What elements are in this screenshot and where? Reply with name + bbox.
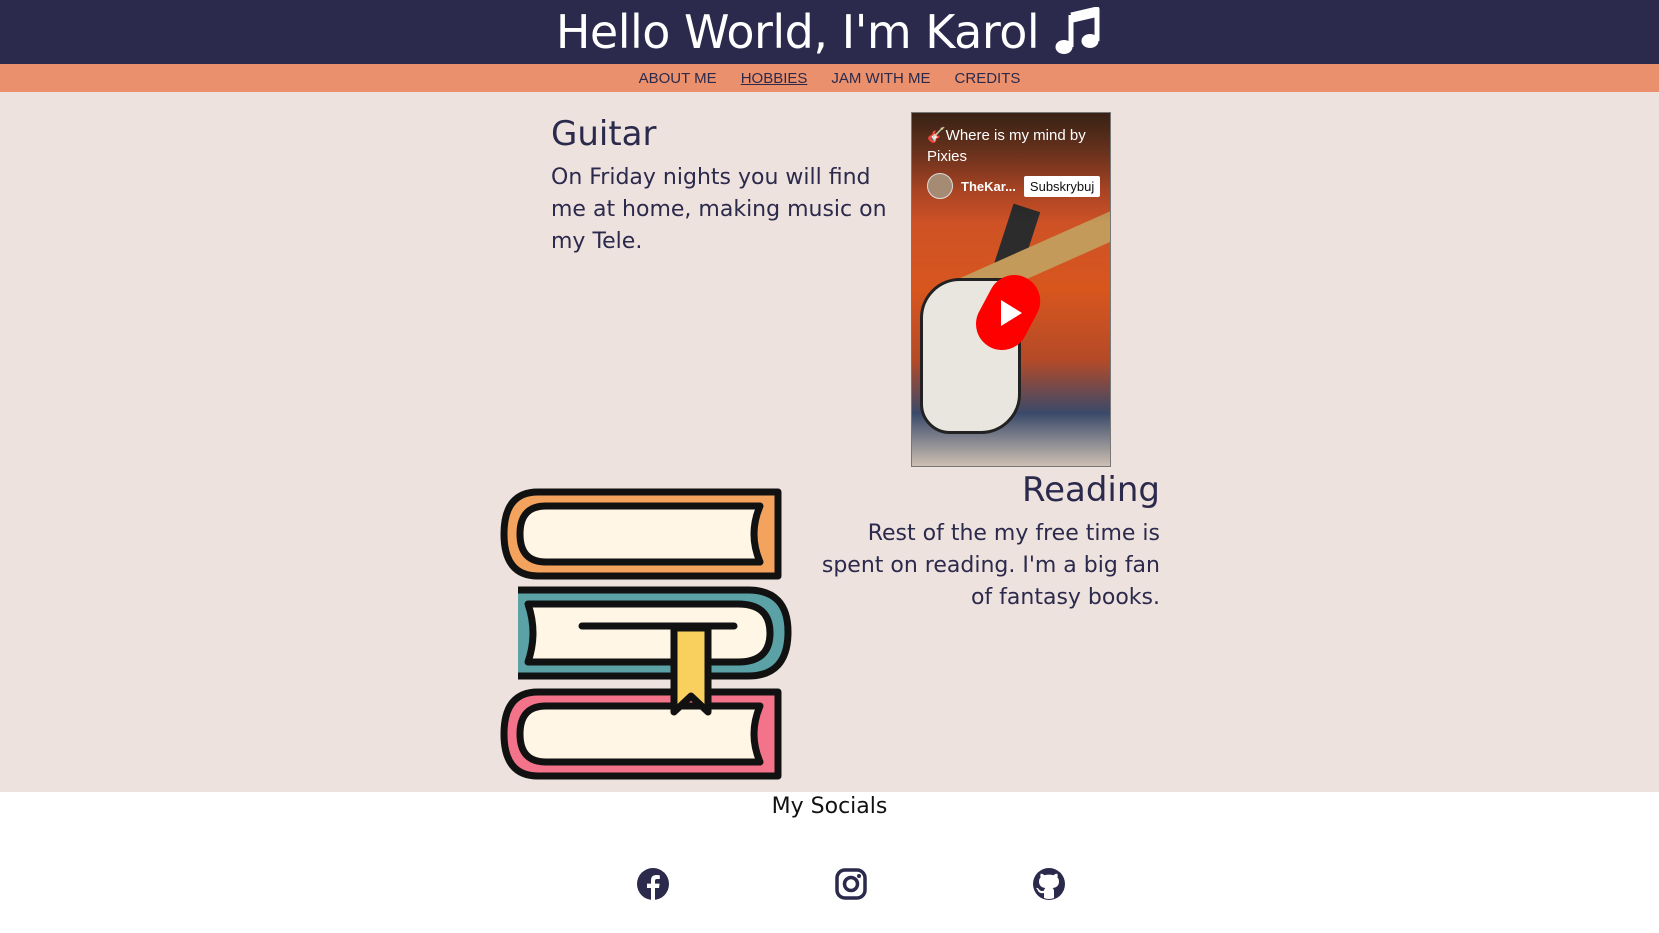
reading-description: Rest of the my free time is spent on rea… <box>821 521 1160 610</box>
youtube-video-embed[interactable]: 🎸Where is my mind by Pixies TheKar... Su… <box>911 112 1111 467</box>
youtube-shorts-play-icon[interactable] <box>974 268 1044 362</box>
instagram-icon[interactable] <box>834 867 868 901</box>
hobbies-section: Guitar On Friday nights you will find me… <box>0 92 1659 792</box>
page-title-text: Hello World, I'm Karol <box>555 5 1040 59</box>
guitar-description: On Friday nights you will find me at hom… <box>551 165 887 254</box>
nav-credits[interactable]: CREDITS <box>955 70 1021 87</box>
main-nav: ABOUT ME HOBBIES JAM WITH ME CREDITS <box>0 64 1659 92</box>
nav-about-me[interactable]: ABOUT ME <box>639 70 717 87</box>
page-title: Hello World, I'm Karol <box>556 5 1103 59</box>
guitar-heading: Guitar <box>551 114 657 154</box>
nav-jam-with-me[interactable]: JAM WITH ME <box>831 70 930 87</box>
github-icon[interactable] <box>1032 867 1066 901</box>
reading-heading: Reading <box>1021 470 1160 510</box>
nav-hobbies[interactable]: HOBBIES <box>741 70 808 87</box>
subscribe-button[interactable]: Subskrybuj <box>1023 175 1101 197</box>
channel-name[interactable]: TheKar... <box>961 179 1016 194</box>
video-title[interactable]: 🎸Where is my mind by Pixies <box>927 125 1097 167</box>
facebook-icon[interactable] <box>636 867 670 901</box>
music-note-icon <box>1053 7 1103 57</box>
video-channel-row: TheKar... Subskrybuj <box>927 173 1101 199</box>
socials-heading: My Socials <box>771 794 888 819</box>
books-stack-illustration <box>500 488 792 780</box>
site-header: Hello World, I'm Karol <box>0 0 1659 64</box>
channel-avatar[interactable] <box>927 173 953 199</box>
socials-footer: My Socials <box>0 792 1659 933</box>
